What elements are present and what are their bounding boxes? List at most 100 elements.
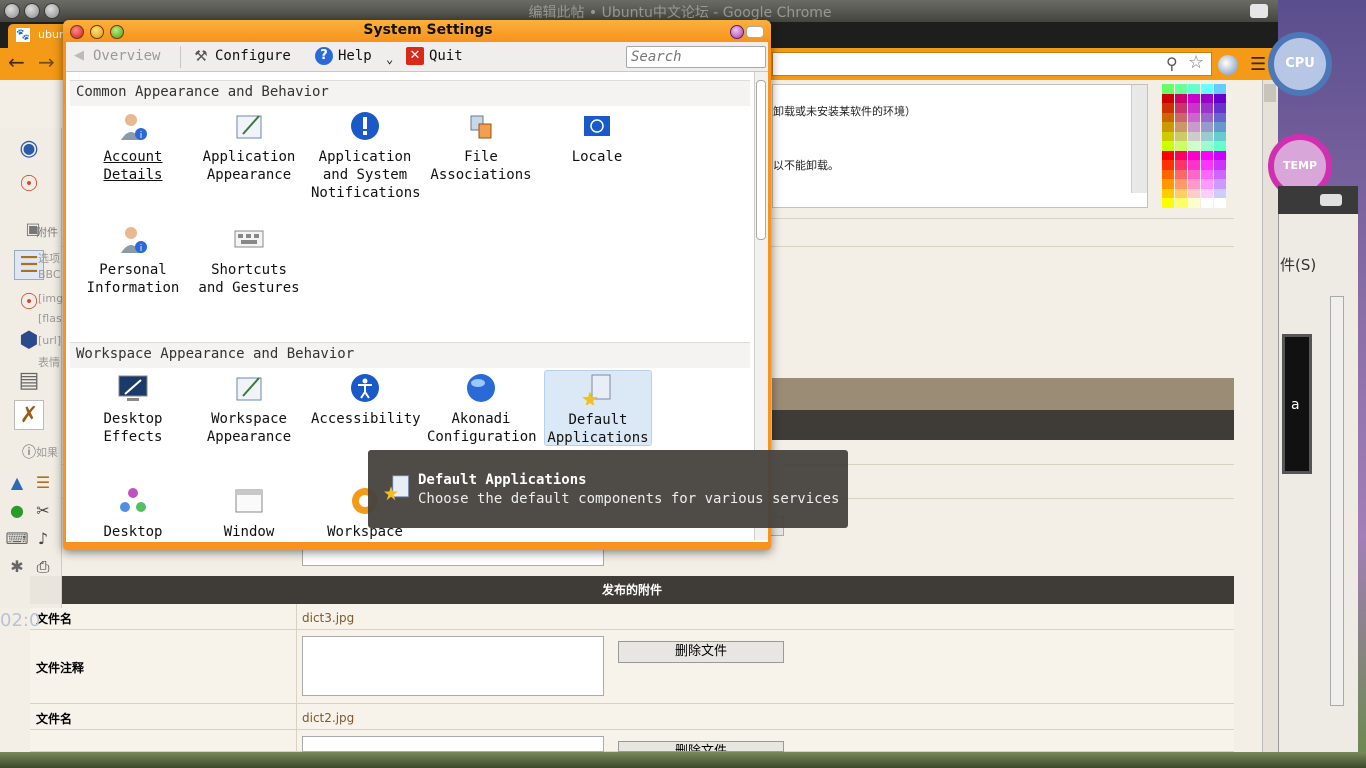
settings-item-shortcuts[interactable]: Shortcuts and Gestures <box>195 223 303 297</box>
configure-button[interactable]: Configure <box>215 48 291 64</box>
color-swatch[interactable] <box>1175 131 1187 142</box>
color-swatch[interactable] <box>1201 112 1213 123</box>
settings-item-notifications[interactable]: Application and System Notifications <box>311 110 421 202</box>
color-swatch[interactable] <box>1175 122 1187 132</box>
color-swatch[interactable] <box>1188 103 1200 113</box>
color-swatch[interactable] <box>1162 160 1174 170</box>
comment-textarea[interactable] <box>302 736 604 752</box>
volume-icon[interactable]: ♪ <box>28 524 58 554</box>
color-swatch[interactable] <box>1201 141 1213 151</box>
overview-button[interactable]: Overview <box>93 48 160 64</box>
book-icon[interactable]: ☰ <box>28 468 58 498</box>
color-swatch[interactable] <box>1162 112 1174 123</box>
help-button[interactable]: Help <box>338 48 372 64</box>
quit-button[interactable]: Quit <box>429 48 463 64</box>
color-swatch[interactable] <box>1188 188 1200 199</box>
color-swatch[interactable] <box>1162 169 1174 180</box>
attachment-filename[interactable]: dict3.jpg <box>302 611 354 625</box>
color-swatch[interactable] <box>1175 160 1187 170</box>
color-swatch[interactable] <box>1162 131 1174 142</box>
color-swatch[interactable] <box>1214 188 1226 199</box>
color-swatch[interactable] <box>1201 131 1213 142</box>
settings-item-account-details[interactable]: i Account Details <box>79 110 187 184</box>
color-swatch[interactable] <box>1214 103 1226 113</box>
color-swatch[interactable] <box>1188 122 1200 132</box>
color-swatch[interactable] <box>1175 198 1187 208</box>
page-scrollbar-thumb[interactable] <box>1264 84 1276 102</box>
color-swatch[interactable] <box>1188 179 1200 189</box>
color-swatch[interactable] <box>1162 179 1174 189</box>
color-swatch[interactable] <box>1162 93 1174 104</box>
color-swatch[interactable] <box>1214 84 1226 94</box>
quit-icon[interactable]: ✕ <box>406 47 424 65</box>
settings-item-application-appearance[interactable]: Application Appearance <box>195 110 303 184</box>
tools-icon[interactable]: ✗ <box>14 400 44 430</box>
color-swatch[interactable] <box>1188 84 1200 94</box>
settings-item-personal-information[interactable]: i Personal Information <box>79 223 187 297</box>
color-swatch[interactable] <box>1162 103 1174 113</box>
scissors-icon[interactable]: ✂ <box>28 496 58 526</box>
color-swatch[interactable] <box>1188 141 1200 151</box>
color-swatch[interactable] <box>1175 103 1187 113</box>
color-swatch[interactable] <box>1175 188 1187 199</box>
color-swatch[interactable] <box>1162 150 1174 161</box>
color-swatch[interactable] <box>1175 150 1187 161</box>
color-swatch[interactable] <box>1201 188 1213 199</box>
color-swatch[interactable] <box>1188 169 1200 180</box>
settings-item-desktop-effects[interactable]: Desktop Effects <box>79 372 187 446</box>
color-swatch[interactable] <box>1201 198 1213 208</box>
color-swatch[interactable] <box>1162 84 1174 94</box>
color-swatch[interactable] <box>1201 160 1213 170</box>
back-arrow-icon[interactable]: ← <box>8 50 25 74</box>
attachment-filename[interactable]: dict2.jpg <box>302 711 354 725</box>
printer-icon[interactable]: ⎙ <box>28 552 58 582</box>
color-swatch[interactable] <box>1201 179 1213 189</box>
color-swatch[interactable] <box>1162 141 1174 151</box>
color-swatch[interactable] <box>1175 84 1187 94</box>
settings-item-accessibility[interactable]: Accessibility <box>311 372 421 428</box>
color-swatch[interactable] <box>1175 169 1187 180</box>
color-swatch[interactable] <box>1175 179 1187 189</box>
chrome-close-button[interactable] <box>4 3 20 19</box>
color-swatch[interactable] <box>1201 169 1213 180</box>
shade-button[interactable] <box>746 26 764 38</box>
color-swatch[interactable] <box>1175 93 1187 104</box>
chrome-minimize-button[interactable] <box>24 3 40 19</box>
color-swatch[interactable] <box>1188 131 1200 142</box>
editor-scrollbar[interactable] <box>1131 85 1147 193</box>
color-swatch[interactable] <box>1214 122 1226 132</box>
bookmark-star-icon[interactable]: ☆ <box>1188 52 1204 73</box>
extension-globe-icon[interactable] <box>1218 55 1238 75</box>
keep-above-button[interactable] <box>730 25 744 39</box>
wrench-icon[interactable]: ⚒ <box>192 47 210 65</box>
background-window-scrollbar[interactable] <box>1330 296 1344 706</box>
help-icon[interactable]: ? <box>315 47 333 65</box>
color-swatch[interactable] <box>1214 150 1226 161</box>
back-arrow-icon[interactable]: ◀ <box>70 47 88 65</box>
color-swatch[interactable] <box>1188 112 1200 123</box>
settings-scrollbar-thumb[interactable] <box>756 80 766 240</box>
display-icon[interactable]: ▤ <box>14 366 44 396</box>
chrome-window-control[interactable] <box>1250 4 1268 18</box>
chrome-maximize-button[interactable] <box>44 3 60 19</box>
chrome-menu-icon[interactable]: ☰ <box>1250 54 1266 75</box>
comment-textarea[interactable] <box>302 636 604 696</box>
color-swatch[interactable] <box>1214 131 1226 142</box>
address-bar[interactable] <box>772 52 1212 76</box>
color-swatch[interactable] <box>1201 93 1213 104</box>
settings-item-default-applications[interactable]: Default Applications <box>544 370 652 446</box>
color-swatch[interactable] <box>1214 141 1226 151</box>
settings-item-workspace-appearance[interactable]: Workspace Appearance <box>195 372 303 446</box>
color-swatch[interactable] <box>1188 150 1200 161</box>
color-swatch[interactable] <box>1188 198 1200 208</box>
settings-item-akonadi[interactable]: Akonadi Configuration <box>427 372 537 446</box>
color-swatch[interactable] <box>1175 112 1187 123</box>
chrome-icon[interactable]: ☉ <box>14 170 44 200</box>
color-swatch[interactable] <box>1214 112 1226 123</box>
settings-item-locale[interactable]: Locale <box>543 110 651 166</box>
color-swatch[interactable] <box>1214 93 1226 104</box>
color-swatch[interactable] <box>1188 93 1200 104</box>
color-swatch[interactable] <box>1214 198 1226 208</box>
settings-item-desktop[interactable]: Desktop <box>79 485 187 541</box>
color-swatch[interactable] <box>1188 160 1200 170</box>
